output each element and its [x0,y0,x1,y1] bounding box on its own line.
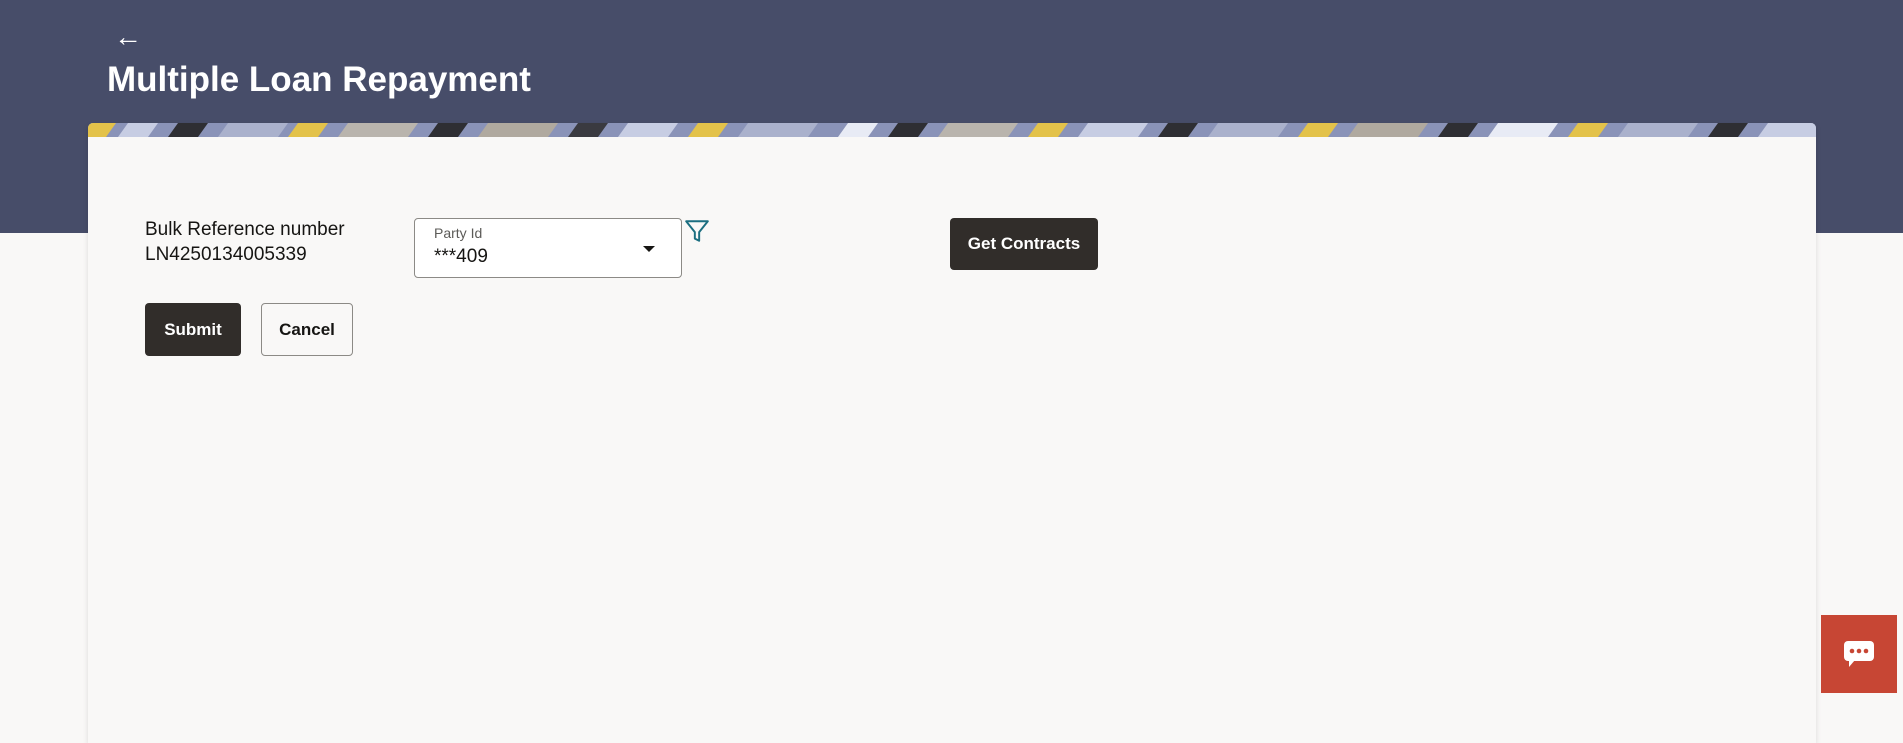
party-id-select[interactable]: Party Id ***409 [414,218,682,278]
arrow-left-icon: ← [114,21,142,52]
chevron-down-icon [643,246,655,252]
bulk-reference-label: Bulk Reference number [145,219,345,240]
chat-bubble-icon [1844,641,1874,667]
cancel-button[interactable]: Cancel [261,303,353,356]
party-id-label: Party Id [434,225,483,241]
bulk-reference-value: LN4250134005339 [145,244,307,265]
submit-button[interactable]: Submit [145,303,241,356]
main-card: Bulk Reference number LN4250134005339 Pa… [88,123,1816,743]
party-id-value: ***409 [434,246,488,267]
get-contracts-button[interactable]: Get Contracts [950,218,1098,270]
page-title: Multiple Loan Repayment [107,60,531,99]
filter-icon[interactable] [684,218,710,244]
back-button[interactable]: ← [113,22,143,52]
chat-button[interactable] [1821,615,1897,693]
decorative-banner [88,123,1816,137]
